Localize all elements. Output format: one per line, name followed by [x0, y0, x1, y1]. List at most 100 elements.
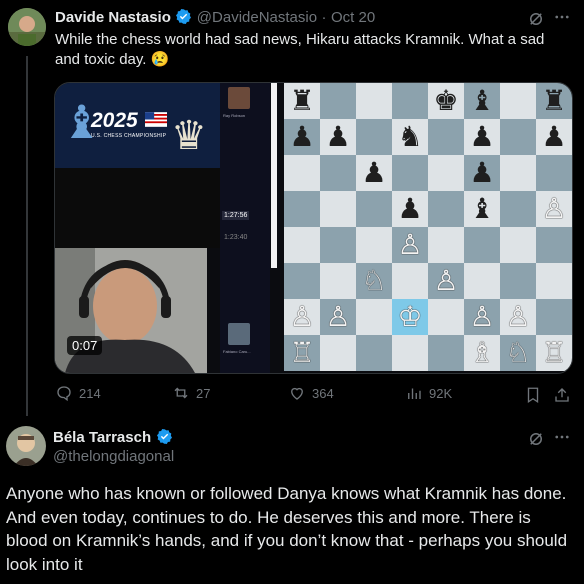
board-square — [428, 227, 464, 263]
verified-badge-icon — [156, 428, 172, 445]
player-bottom-name: Fabiano Caru... — [223, 349, 251, 354]
author-name[interactable]: Davide Nastasio — [55, 9, 171, 26]
chess-piece-icon: ♟ — [361, 156, 387, 189]
board-square — [284, 191, 320, 227]
reply-button[interactable]: 214 — [55, 384, 101, 402]
tweet1-header: Davide Nastasio @DavideNastasio · Oct 20 — [55, 8, 375, 28]
board-square — [284, 227, 320, 263]
board-square — [392, 263, 428, 299]
board-square — [536, 299, 572, 335]
chess-piece-icon: ♔ — [397, 300, 423, 333]
chess-piece-icon: ♖ — [289, 336, 315, 369]
board-square — [500, 263, 536, 299]
board-square — [392, 335, 428, 371]
chess-piece-icon: ♙ — [397, 228, 423, 261]
like-button[interactable]: 364 — [288, 384, 334, 402]
board-square — [536, 263, 572, 299]
banner-subtitle: U.S. CHESS CHAMPIONSHIP — [91, 133, 167, 139]
chess-piece-icon: ♞ — [397, 120, 423, 153]
reply-icon — [57, 386, 71, 402]
chess-piece-icon: ♙ — [541, 192, 567, 225]
board-square — [320, 263, 356, 299]
board-square — [356, 227, 392, 263]
board-square — [500, 83, 536, 119]
board-square — [500, 119, 536, 155]
chess-board: ♜ ♚ ♝ ♜ ♟ ♟ ♞ ♟ ♟ ♟ ♟ ♟ ♝ ♙ ♙ ♘ ♙ ♙ ♙ ♔ ♙ ♙ ♖ ♗ ♘ ♖ — [284, 83, 572, 373]
board-square — [356, 335, 392, 371]
queen-decoration-icon: ♛ — [171, 113, 207, 159]
more-icon[interactable] — [553, 428, 571, 446]
flag-icon — [145, 112, 167, 127]
clock-bottom: 1:23:40 — [224, 234, 248, 241]
banner-lower-dark — [55, 168, 225, 248]
video-timestamp: 0:07 — [67, 336, 103, 355]
tweet1-text: While the chess world had sad news, Hika… — [55, 31, 545, 68]
more-icon[interactable] — [553, 8, 571, 26]
board-square — [392, 155, 428, 191]
chess-piece-icon: ♟ — [469, 156, 495, 189]
verified-badge-icon — [176, 8, 192, 25]
author-handle[interactable]: @DavideNastasio — [197, 9, 317, 26]
board-square — [464, 227, 500, 263]
chess-piece-icon: ♟ — [541, 120, 567, 153]
author-handle[interactable]: @thelongdiagonal — [53, 448, 174, 465]
board-square — [500, 155, 536, 191]
tweet2-text: Anyone who has known or followed Danya k… — [6, 484, 568, 574]
views-button[interactable]: 92K — [405, 384, 452, 402]
tweet1-video[interactable]: 2025 U.S. CHESS CHAMPIONSHIP ♝ ♛ 0:07 Ra… — [54, 82, 573, 374]
repost-button[interactable]: 27 — [172, 384, 210, 402]
avatar-image — [6, 426, 46, 466]
author-name[interactable]: Béla Tarrasch — [53, 429, 151, 446]
board-square — [356, 191, 392, 227]
board-square — [320, 227, 356, 263]
chess-piece-icon: ♙ — [433, 264, 459, 297]
board-square — [500, 227, 536, 263]
tweet-date[interactable]: Oct 20 — [331, 9, 375, 26]
board-square — [464, 263, 500, 299]
player-top-photo — [228, 87, 250, 109]
board-square — [320, 335, 356, 371]
chess-piece-icon: ♙ — [325, 300, 351, 333]
board-square — [320, 191, 356, 227]
board-square — [536, 155, 572, 191]
tweet2-header: Béla Tarrasch — [53, 428, 173, 448]
board-square — [500, 191, 536, 227]
heart-icon — [291, 387, 303, 400]
board-square — [320, 83, 356, 119]
board-square — [356, 119, 392, 155]
separator-dot: · — [321, 9, 327, 26]
board-square — [428, 119, 464, 155]
board-square — [428, 191, 464, 227]
avatar-davide[interactable] — [8, 8, 46, 46]
board-square — [428, 335, 464, 371]
chess-piece-icon: ♙ — [289, 300, 315, 333]
board-square — [356, 83, 392, 119]
chess-piece-icon: ♖ — [541, 336, 567, 369]
views-icon — [408, 388, 421, 399]
progress-rail — [270, 83, 278, 373]
board-square — [284, 263, 320, 299]
repost-count: 27 — [196, 385, 211, 401]
chess-piece-icon: ♜ — [541, 84, 567, 117]
clock-top: 1:27:56 — [222, 211, 250, 220]
chess-piece-decoration-icon: ♝ — [61, 95, 103, 149]
chess-piece-icon: ♟ — [469, 120, 495, 153]
chess-piece-icon: ♘ — [505, 336, 531, 369]
championship-banner: 2025 U.S. CHESS CHAMPIONSHIP ♝ ♛ — [55, 83, 220, 168]
board-square — [356, 299, 392, 335]
share-icon[interactable] — [553, 386, 571, 404]
chess-piece-icon: ♙ — [505, 300, 531, 333]
chess-piece-icon: ♟ — [397, 192, 423, 225]
grok-icon[interactable] — [527, 10, 545, 28]
grok-icon[interactable] — [527, 430, 545, 448]
like-count: 364 — [312, 385, 334, 401]
bookmark-icon[interactable] — [524, 386, 542, 404]
repost-icon — [174, 387, 188, 399]
board-square — [428, 155, 464, 191]
avatar-bela[interactable] — [6, 426, 46, 466]
chess-piece-icon: ♝ — [469, 84, 495, 117]
chess-piece-icon: ♚ — [433, 84, 459, 117]
player-bottom-photo — [228, 323, 250, 345]
reply-count: 214 — [79, 385, 101, 401]
eval-bar-fill — [271, 83, 277, 268]
